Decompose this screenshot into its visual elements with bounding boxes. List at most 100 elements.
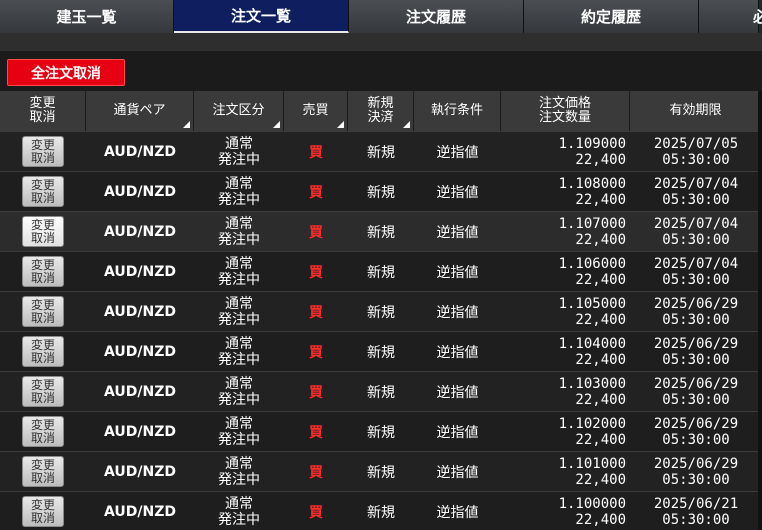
modify-cancel-button[interactable]: 変更 取消 [22, 376, 64, 407]
col-order-type[interactable]: 注文区分 [194, 91, 284, 131]
price-qty-cell: 1.100000 22,400 [558, 495, 626, 528]
order-type-cell: 通常 発注中 [218, 295, 260, 328]
side-cell: 買 [309, 264, 323, 281]
table-row: 変更 取消 AUD/NZD 通常 発注中 買 新規 逆指値 1.109000 22,400 2025… [0, 131, 762, 171]
table-row: 変更 取消 AUD/NZD 通常 発注中 買 新規 逆指値 1.101000 22,400 2025… [0, 451, 762, 491]
modify-cancel-button[interactable]: 変更 取消 [22, 416, 64, 447]
modify-cancel-button[interactable]: 変更 取消 [22, 496, 64, 527]
col-pair[interactable]: 通貨ペア [86, 91, 194, 131]
orders-table-body: 変更 取消 AUD/NZD 通常 発注中買新規 逆指値 1.109000 22,400 2025… [0, 131, 762, 530]
pair-cell: AUD/NZD [104, 383, 176, 400]
price-qty-cell: 1.101000 22,400 [558, 455, 626, 488]
pair-cell: AUD/NZD [104, 343, 176, 360]
exec-condition-cell: 逆指値 [436, 504, 479, 521]
modify-cancel-cell: 変更 取消 [0, 172, 86, 211]
modify-cancel-cell: 変更 取消 [0, 292, 86, 331]
tab-bar: 建玉一覧 注文一覧 注文履歴 約定履歴 必 [0, 0, 762, 33]
open-close-cell: 新規 [367, 504, 395, 521]
expiry-cell: 2025/06/29 05:30:00 [653, 455, 739, 488]
price-qty-cell: 1.103000 22,400 [558, 375, 626, 408]
table-row: 変更 取消 AUD/NZD 通常 発注中 買 新規 逆指値 1.108000 22,400 2025… [0, 171, 762, 211]
open-close-cell: 新規 [367, 384, 395, 401]
sort-icon [183, 121, 190, 128]
modify-cancel-button[interactable]: 変更 取消 [22, 456, 64, 487]
pair-cell: AUD/NZD [104, 263, 176, 280]
pair-cell: AUD/NZD [104, 503, 176, 520]
price-qty-cell: 1.107000 22,400 [558, 215, 626, 248]
tab-positions[interactable]: 建玉一覧 [0, 0, 174, 33]
table-row: 変更 取消 AUD/NZD 通常 発注中 買 新規 逆指値 1.107000 22,400 2025… [0, 211, 762, 251]
open-close-cell: 新規 [367, 184, 395, 201]
expiry-cell: 2025/07/04 05:30:00 [653, 255, 739, 288]
expiry-cell: 2025/06/29 05:30:00 [653, 375, 739, 408]
expiry-cell: 2025/06/21 05:30:00 [653, 495, 739, 528]
side-cell: 買 [309, 184, 323, 201]
modify-cancel-cell: 変更 取消 [0, 132, 86, 171]
pair-cell: AUD/NZD [104, 303, 176, 320]
scrollbar[interactable] [758, 91, 762, 530]
pair-cell: AUD/NZD [104, 423, 176, 440]
pair-cell: AUD/NZD [104, 183, 176, 200]
side-cell: 買 [309, 424, 323, 441]
order-type-cell: 通常 発注中 [218, 215, 260, 248]
open-close-cell: 新規 [367, 344, 395, 361]
price-qty-cell: 1.108000 22,400 [558, 175, 626, 208]
price-qty-cell: 1.109000 22,400 [558, 135, 626, 168]
order-type-cell: 通常 発注中 [218, 135, 260, 168]
col-open-close[interactable]: 新規 決済 [348, 91, 414, 131]
side-cell: 買 [309, 504, 323, 521]
open-close-cell: 新規 [367, 144, 395, 161]
exec-condition-cell: 逆指値 [436, 224, 479, 241]
modify-cancel-button[interactable]: 変更 取消 [22, 336, 64, 367]
price-qty-cell: 1.102000 22,400 [558, 415, 626, 448]
pair-cell: AUD/NZD [104, 463, 176, 480]
exec-condition-cell: 逆指値 [436, 344, 479, 361]
exec-condition-cell: 逆指値 [436, 184, 479, 201]
cancel-all-orders-button[interactable]: 全注文取消 [7, 59, 125, 86]
exec-condition-cell: 逆指値 [436, 384, 479, 401]
modify-cancel-cell: 変更 取消 [0, 372, 86, 411]
side-cell: 買 [309, 224, 323, 241]
col-expiry: 有効期限 [630, 91, 762, 131]
table-row: 変更 取消 AUD/NZD 通常 発注中 買 新規 逆指値 1.102000 22,400 2025… [0, 411, 762, 451]
order-type-cell: 通常 発注中 [218, 175, 260, 208]
expiry-cell: 2025/06/29 05:30:00 [653, 415, 739, 448]
table-row: 変更 取消 AUD/NZD 通常 発注中 買 新規 逆指値 1.104000 22,400 2025… [0, 331, 762, 371]
modify-cancel-cell: 変更 取消 [0, 212, 86, 251]
side-cell: 買 [309, 144, 323, 161]
exec-condition-cell: 逆指値 [436, 264, 479, 281]
pair-cell: AUD/NZD [104, 143, 176, 160]
exec-condition-cell: 逆指値 [436, 424, 479, 441]
pair-cell: AUD/NZD [104, 223, 176, 240]
open-close-cell: 新規 [367, 304, 395, 321]
side-cell: 買 [309, 384, 323, 401]
modify-cancel-button[interactable]: 変更 取消 [22, 216, 64, 247]
modify-cancel-button[interactable]: 変更 取消 [22, 136, 64, 167]
modify-cancel-cell: 変更 取消 [0, 412, 86, 451]
table-row: 変更 取消 AUD/NZD 通常 発注中 買 新規 逆指値 1.100000 22,400 2025… [0, 491, 762, 530]
expiry-cell: 2025/07/04 05:30:00 [653, 175, 739, 208]
modify-cancel-button[interactable]: 変更 取消 [22, 256, 64, 287]
modify-cancel-button[interactable]: 変更 取消 [22, 176, 64, 207]
table-row: 変更 取消 AUD/NZD 通常 発注中 買 新規 逆指値 1.103000 22,400 2025… [0, 371, 762, 411]
price-qty-cell: 1.104000 22,400 [558, 335, 626, 368]
order-type-cell: 通常 発注中 [218, 455, 260, 488]
side-cell: 買 [309, 304, 323, 321]
order-type-cell: 通常 発注中 [218, 495, 260, 528]
col-side[interactable]: 売買 [284, 91, 348, 131]
sort-icon [337, 121, 344, 128]
side-cell: 買 [309, 464, 323, 481]
price-qty-cell: 1.105000 22,400 [558, 295, 626, 328]
side-cell: 買 [309, 344, 323, 361]
col-exec-condition: 執行条件 [414, 91, 501, 131]
exec-condition-cell: 逆指値 [436, 144, 479, 161]
tab-orders[interactable]: 注文一覧 [174, 0, 349, 33]
order-type-cell: 通常 発注中 [218, 415, 260, 448]
modify-cancel-button[interactable]: 変更 取消 [22, 296, 64, 327]
tab-order-history[interactable]: 注文履歴 [349, 0, 524, 33]
col-modify-cancel: 変更 取消 [0, 91, 86, 131]
tab-execution-history[interactable]: 約定履歴 [524, 0, 699, 33]
tab-more[interactable]: 必 [699, 0, 762, 33]
table-row: 変更 取消 AUD/NZD 通常 発注中 買 新規 逆指値 1.105000 22,400 2025… [0, 291, 762, 331]
table-header: 変更 取消 通貨ペア 注文区分 売買 新規 決済 執行条件 注文価格 注文数量 有効期… [0, 91, 762, 131]
